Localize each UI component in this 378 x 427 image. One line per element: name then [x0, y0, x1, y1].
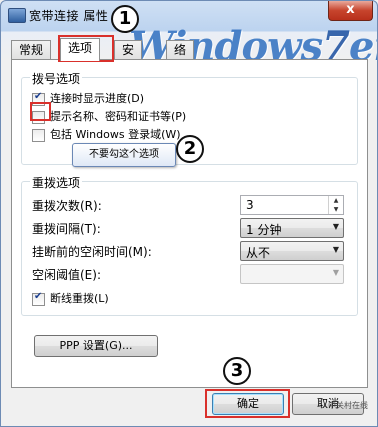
idle-threshold-label: 空闲阈值(E): — [32, 268, 101, 282]
tab-general[interactable]: 常规 — [11, 40, 52, 60]
properties-window: 宽带连接 属性 x Windows7en 常规 选项 安 络 拨号选项 连接时显… — [0, 0, 378, 427]
network-connection-icon — [8, 8, 26, 23]
step-badge-3: 3 — [223, 357, 251, 385]
site-watermark: 中关村在线 — [328, 401, 368, 410]
idle-hangup-select[interactable]: 从不 ▼ — [240, 241, 344, 261]
dial-options-legend: 拨号选项 — [30, 70, 83, 87]
tab-networking[interactable]: 络 — [166, 40, 195, 60]
spin-down-icon[interactable]: ▼ — [328, 205, 343, 214]
include-domain-option[interactable]: 包括 Windows 登录域(W) — [32, 126, 181, 142]
reconnect-label: 断线重拨(L) — [50, 292, 109, 305]
redial-count-value: 3 — [246, 198, 254, 212]
ppp-settings-button[interactable]: PPP 设置(G)... — [34, 335, 158, 357]
prompt-credentials-option[interactable]: 提示名称、密码和证书等(P) — [32, 108, 186, 124]
close-icon: x — [346, 2, 355, 17]
hint-tooltip: 不要勾这个选项 — [72, 143, 176, 167]
spin-up-icon[interactable]: ▲ — [328, 196, 343, 205]
reconnect-checkbox[interactable] — [32, 291, 45, 306]
idle-threshold-select[interactable]: ▼ — [240, 264, 344, 284]
window-title: 宽带连接 属性 — [29, 9, 109, 23]
chevron-down-icon: ▼ — [332, 268, 339, 277]
redial-count-label: 重拨次数(R): — [32, 199, 102, 213]
tab-security[interactable]: 安 — [114, 40, 143, 60]
reconnect-option[interactable]: 断线重拨(L) — [32, 290, 109, 306]
idle-hangup-label: 挂断前的空闲时间(M): — [32, 245, 152, 259]
redial-options-group: 重拨选项 重拨次数(R): 3 ▲ ▼ 重拨间隔(T): 1 分钟 ▼ 挂断前的… — [21, 174, 358, 316]
step-badge-1: 1 — [111, 5, 139, 33]
tab-options[interactable]: 选项 — [60, 38, 101, 61]
highlight-checkbox — [30, 102, 51, 121]
redial-interval-select[interactable]: 1 分钟 ▼ — [240, 218, 344, 238]
chevron-down-icon: ▼ — [332, 245, 339, 254]
redial-count-spinner[interactable]: 3 ▲ ▼ — [240, 195, 344, 215]
redial-options-legend: 重拨选项 — [30, 174, 83, 191]
options-panel: 拨号选项 连接时显示进度(D) 提示名称、密码和证书等(P) 包括 Window… — [11, 59, 368, 388]
include-domain-label: 包括 Windows 登录域(W) — [50, 128, 181, 141]
close-button[interactable]: x — [328, 1, 373, 21]
chevron-down-icon: ▼ — [332, 222, 339, 231]
prompt-credentials-label: 提示名称、密码和证书等(P) — [50, 110, 187, 123]
step-badge-2: 2 — [176, 135, 204, 163]
include-domain-checkbox[interactable] — [32, 128, 45, 142]
redial-interval-label: 重拨间隔(T): — [32, 222, 101, 236]
show-progress-label: 连接时显示进度(D) — [50, 92, 145, 105]
highlight-ok-button — [205, 389, 290, 418]
